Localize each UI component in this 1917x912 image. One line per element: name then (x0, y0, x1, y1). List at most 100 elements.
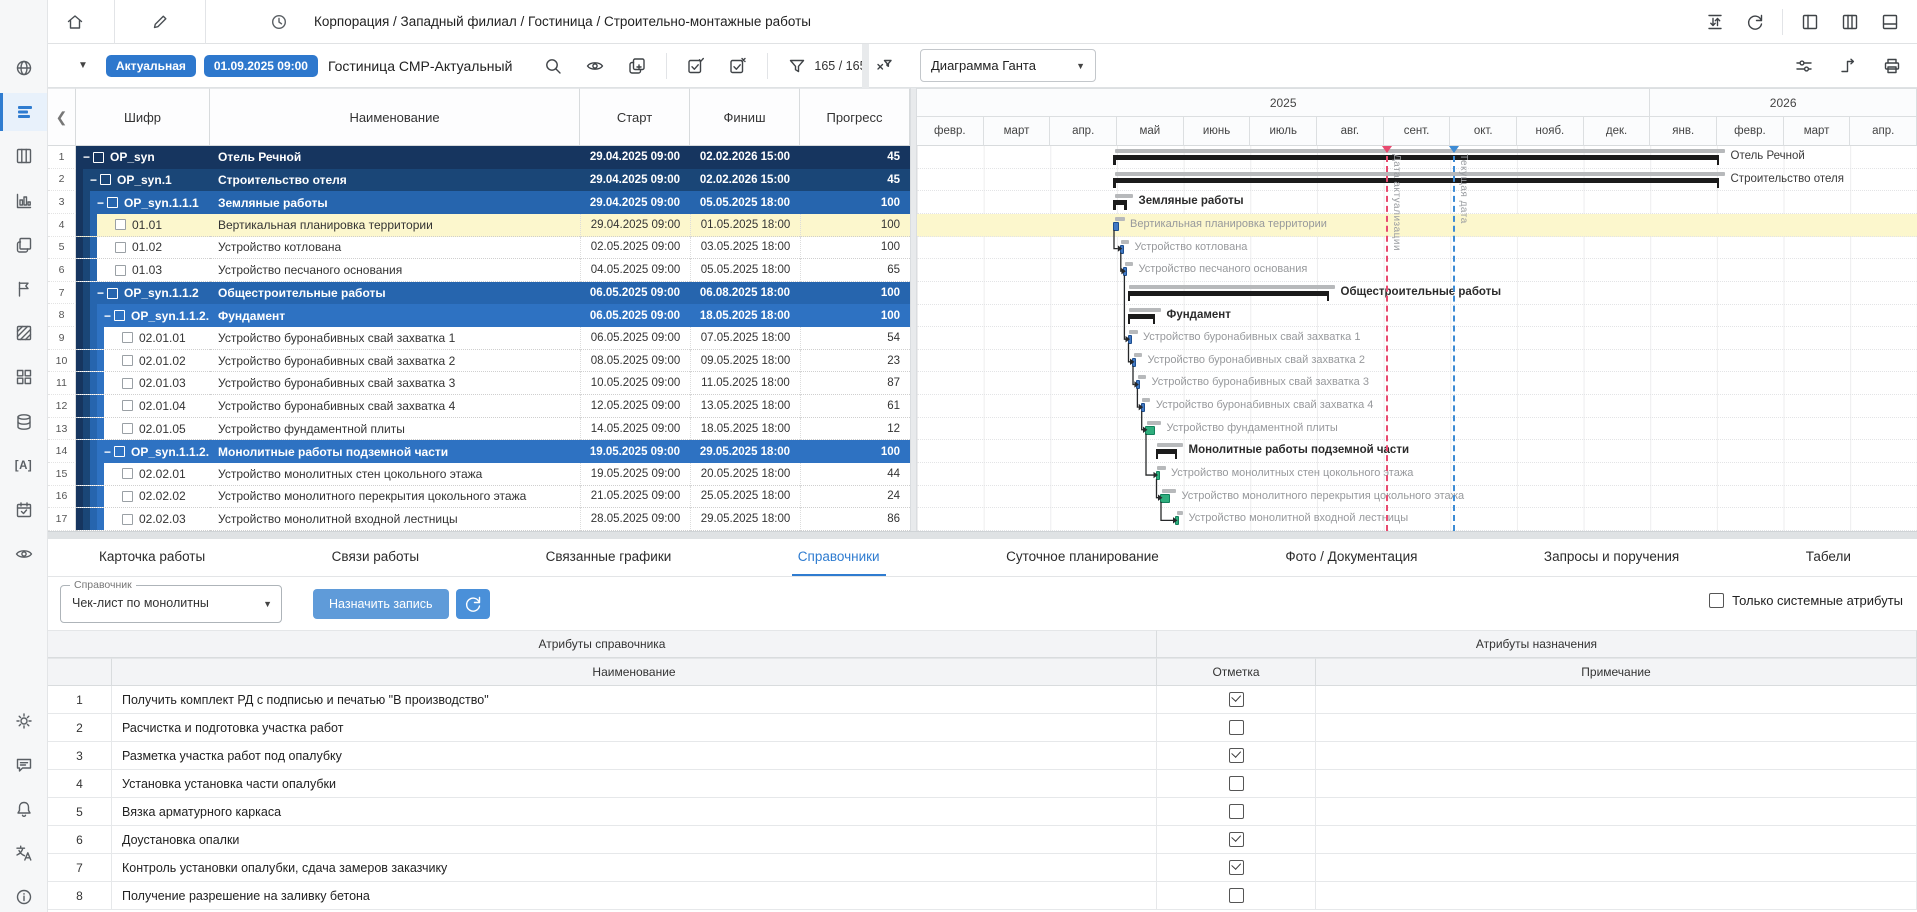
task-bar[interactable] (1156, 471, 1160, 480)
row-checkbox[interactable] (107, 197, 118, 208)
assign-check-icon[interactable] (683, 53, 709, 79)
horizontal-splitter[interactable] (48, 531, 1917, 539)
task-bar[interactable] (1113, 222, 1119, 231)
data-date-badge[interactable]: 01.09.2025 09:00 (204, 55, 318, 77)
work-row[interactable]: 1−OP_synОтель Речной29.04.2025 09:0002.0… (48, 146, 910, 169)
copy-icon[interactable] (624, 53, 650, 79)
task-bar[interactable] (1132, 358, 1136, 367)
work-row[interactable]: 1302.01.05Устройство фундаментной плиты1… (48, 418, 910, 441)
only-system-attributes-toggle[interactable]: Только системные атрибуты (1709, 593, 1903, 608)
work-row[interactable]: 1102.01.03Устройство буронабивных свай з… (48, 372, 910, 395)
reference-row[interactable]: 6Доустановка опалки (48, 826, 1917, 854)
home-icon[interactable] (58, 5, 92, 39)
ref-row-checkbox[interactable] (1229, 804, 1244, 819)
collapse-node-toggle[interactable]: − (101, 309, 114, 323)
reference-row[interactable]: 4Установка установка части опалубки (48, 770, 1917, 798)
printer-icon[interactable] (1879, 53, 1905, 79)
row-checkbox[interactable] (122, 514, 133, 525)
refresh-icon[interactable] (1742, 9, 1768, 35)
bell-icon[interactable] (0, 790, 47, 828)
tab-фото-документация[interactable]: Фото / Документация (1279, 539, 1423, 576)
only-system-checkbox[interactable] (1709, 593, 1724, 608)
collapse-node-toggle[interactable]: − (94, 196, 107, 210)
work-row[interactable]: 3−OP_syn.1.1.1Земляные работы29.04.2025 … (48, 191, 910, 214)
link-icon[interactable] (1835, 53, 1861, 79)
version-badge[interactable]: Актуальная (106, 55, 196, 77)
ref-row-checkbox[interactable] (1229, 860, 1244, 875)
row-checkbox[interactable] (114, 310, 125, 321)
row-checkbox[interactable] (115, 242, 126, 253)
work-row[interactable]: 8−OP_syn.1.1.2.Фундамент06.05.2025 09:00… (48, 304, 910, 327)
work-row[interactable]: 1002.01.02Устройство буронабивных свай з… (48, 350, 910, 373)
row-checkbox[interactable] (122, 355, 133, 366)
ref-row-checkbox[interactable] (1229, 748, 1244, 763)
summary-bar[interactable] (1113, 200, 1127, 205)
reference-row[interactable]: 1Получить комплект РД с подписью и печат… (48, 686, 1917, 714)
funnel-icon[interactable] (784, 53, 810, 79)
collapse-node-toggle[interactable]: − (87, 173, 100, 187)
panel-bottom-icon[interactable] (1877, 9, 1903, 35)
row-checkbox[interactable] (122, 400, 133, 411)
column-header[interactable]: Финиш (690, 88, 800, 146)
version-dropdown-caret[interactable]: ▼ (78, 60, 88, 71)
summary-bar[interactable] (1128, 314, 1156, 319)
collapse-node-toggle[interactable]: − (80, 150, 93, 164)
row-checkbox[interactable] (107, 288, 118, 299)
reference-row[interactable]: 5Вязка арматурного каркаса (48, 798, 1917, 826)
column-header[interactable]: Шифр (76, 88, 210, 146)
bracket-a-icon[interactable]: [A] (0, 447, 47, 485)
row-checkbox[interactable] (93, 152, 104, 163)
ref-row-checkbox[interactable] (1229, 888, 1244, 903)
tab-карточка-работы[interactable]: Карточка работы (93, 539, 211, 576)
globe-icon[interactable] (0, 49, 47, 87)
work-row[interactable]: 601.03Устройство песчаного основания04.0… (48, 259, 910, 282)
panel-left-icon[interactable] (1797, 9, 1823, 35)
row-checkbox[interactable] (115, 219, 126, 230)
work-row[interactable]: 7−OP_syn.1.1.2Общестроительные работы06.… (48, 282, 910, 305)
tab-справочники[interactable]: Справочники (792, 539, 886, 576)
work-row[interactable]: 2−OP_syn.1Строительство отеля29.04.2025 … (48, 169, 910, 192)
calendar-icon[interactable] (0, 491, 47, 529)
collapse-node-toggle[interactable]: − (101, 445, 114, 459)
summary-bar[interactable] (1113, 178, 1719, 183)
board-icon[interactable] (0, 137, 47, 175)
row-checkbox[interactable] (115, 265, 126, 276)
layers-icon[interactable] (0, 226, 47, 264)
reference-row[interactable]: 7Контроль установки опалубки, сдача заме… (48, 854, 1917, 882)
translate-icon[interactable] (0, 834, 47, 872)
ref-row-checkbox[interactable] (1229, 720, 1244, 735)
tab-связанные-графики[interactable]: Связанные графики (540, 539, 678, 576)
work-row[interactable]: 902.01.01Устройство буронабивных свай за… (48, 327, 910, 350)
ref-row-checkbox[interactable] (1229, 776, 1244, 791)
task-bar[interactable] (1160, 494, 1170, 503)
reference-row[interactable]: 8Получение разрешение на заливку бетона (48, 882, 1917, 910)
task-bar[interactable] (1145, 426, 1155, 435)
summary-bar[interactable] (1128, 291, 1330, 296)
task-bar[interactable] (1123, 267, 1127, 276)
sliders-icon[interactable] (1791, 53, 1817, 79)
edit-icon[interactable] (143, 5, 177, 39)
collapse-table-button[interactable]: ❮ (48, 88, 76, 146)
task-bar[interactable] (1120, 245, 1124, 254)
summary-bar[interactable] (1113, 155, 1719, 160)
work-row[interactable]: 1702.02.03Устройство монолитной входной … (48, 508, 910, 531)
chat-icon[interactable] (0, 746, 47, 784)
column-header[interactable]: Прогресс (800, 88, 910, 146)
task-bar[interactable] (1128, 335, 1132, 344)
tab-суточное-планирование[interactable]: Суточное планирование (1000, 539, 1165, 576)
brightness-icon[interactable] (0, 702, 47, 740)
tab-запросы-и-поручения[interactable]: Запросы и поручения (1538, 539, 1685, 576)
info-icon[interactable] (0, 878, 47, 912)
flag-icon[interactable] (0, 270, 47, 308)
work-row[interactable]: 1602.02.02Устройство монолитного перекры… (48, 486, 910, 509)
search-icon[interactable] (540, 53, 566, 79)
row-checkbox[interactable] (122, 468, 133, 479)
work-row[interactable]: 1202.01.04Устройство буронабивных свай з… (48, 395, 910, 418)
collapse-node-toggle[interactable]: − (94, 286, 107, 300)
column-header[interactable]: Наименование (210, 88, 580, 146)
task-bar[interactable] (1136, 380, 1140, 389)
row-checkbox[interactable] (122, 332, 133, 343)
task-bar[interactable] (1141, 403, 1145, 412)
tab-связи-работы[interactable]: Связи работы (326, 539, 425, 576)
ref-row-checkbox[interactable] (1229, 692, 1244, 707)
